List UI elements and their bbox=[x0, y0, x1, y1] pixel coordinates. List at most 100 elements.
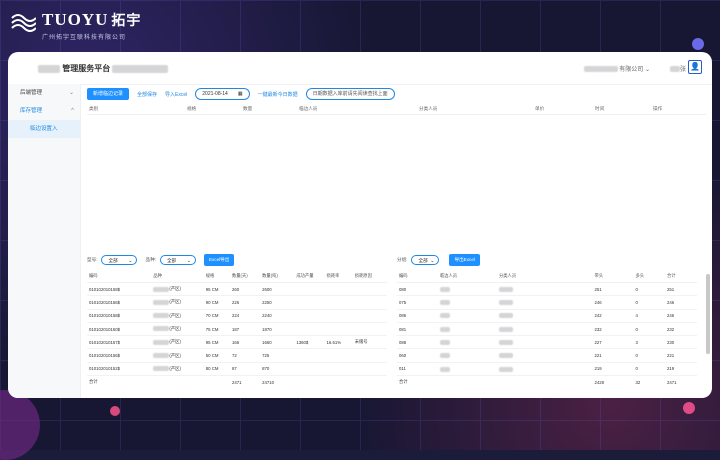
table-row[interactable]: 010102010152$ (产区) 80 CM 87 870 bbox=[87, 362, 387, 377]
table-cell bbox=[437, 309, 497, 323]
table-cell: 010102010156$ bbox=[87, 348, 152, 363]
table-cell: 226 bbox=[229, 295, 261, 310]
scrollbar[interactable] bbox=[706, 274, 710, 354]
user-name[interactable]: 张 bbox=[669, 64, 686, 73]
table-row[interactable]: 060 221 0 221 bbox=[397, 348, 697, 363]
table-row[interactable]: 010102010157$ (产区) 95 CM 166 1660 1360$ 16.61%… bbox=[87, 335, 387, 350]
table-row[interactable]: 086 242 4 246 bbox=[397, 309, 697, 323]
export-excel-button[interactable]: 导出Excel bbox=[449, 254, 480, 266]
decor-dot bbox=[683, 402, 695, 414]
table-cell bbox=[437, 322, 497, 337]
table-cell bbox=[496, 348, 593, 363]
table-cell: 010102010157$ bbox=[87, 335, 152, 350]
latest-data-link[interactable]: 一键最新今日数据 bbox=[258, 91, 298, 98]
column-header: 分类人员 bbox=[419, 106, 438, 111]
table-row[interactable]: 010102010150$ (产区) 75 CM 187 1870 bbox=[87, 322, 387, 337]
chevron-up-icon: ^ bbox=[71, 108, 74, 114]
table-cell: 72 bbox=[229, 348, 261, 363]
redacted-text bbox=[153, 326, 170, 332]
table-cell: 166 bbox=[229, 335, 261, 350]
table-cell: 2471 bbox=[666, 379, 677, 385]
table-row[interactable]: 075 246 0 246 bbox=[397, 295, 697, 310]
table-cell: 2250 bbox=[260, 295, 295, 310]
table-cell: 16.61% bbox=[324, 335, 353, 350]
table-cell: 合计 bbox=[399, 379, 408, 385]
app-window: 管理服务平台 有限公司 ⌄ 张 👤 后端管理 ⌄ 库存管理 ^ 临边设置入 新增临边… bbox=[8, 52, 712, 398]
chevron-down-icon: ⌄ bbox=[128, 258, 133, 264]
table-row[interactable]: 080 251 0 251 bbox=[397, 282, 697, 297]
column-header: 多头 bbox=[633, 270, 665, 283]
table-cell: 725 bbox=[260, 348, 295, 363]
table-cell: 246 bbox=[664, 295, 697, 310]
table-row[interactable]: 081 232 0 232 bbox=[397, 322, 697, 337]
variety-select[interactable]: 全部 ⌄ bbox=[159, 255, 196, 265]
table-cell bbox=[324, 295, 353, 310]
sidebar-group-inventory[interactable]: 库存管理 ^ bbox=[8, 102, 80, 120]
table-cell bbox=[437, 348, 497, 363]
chevron-down-icon: ⌄ bbox=[430, 258, 435, 264]
redacted-text bbox=[498, 286, 513, 292]
table-cell: 2471 bbox=[231, 379, 242, 385]
company-logo: TUOYU 拓宇 广州拓宇互联科技有限公司 bbox=[10, 8, 160, 42]
sidebar-item-edge-entry[interactable]: 临边设置入 bbox=[8, 120, 80, 138]
table-cell: 0 bbox=[633, 282, 665, 297]
user-avatar-icon[interactable]: 👤 bbox=[688, 60, 702, 74]
table-row[interactable]: 011 219 0 219 bbox=[397, 362, 697, 377]
sidebar-group-backend[interactable]: 后端管理 ⌄ bbox=[8, 84, 80, 102]
column-header: 带头 bbox=[592, 270, 634, 283]
model-select[interactable]: 全部 ⌄ bbox=[101, 255, 138, 265]
redacted-text bbox=[153, 352, 170, 358]
table-cell: 219 bbox=[664, 362, 697, 377]
redacted-text bbox=[498, 326, 513, 332]
table-cell bbox=[352, 362, 387, 377]
table-cell bbox=[496, 322, 593, 337]
decor-dot bbox=[110, 406, 120, 416]
total-row: 合计 2471 24710 bbox=[87, 376, 387, 389]
column-header: 规格 bbox=[203, 270, 230, 283]
redacted-text bbox=[153, 299, 170, 305]
company-selector[interactable]: 有限公司 ⌄ bbox=[583, 64, 650, 73]
table-cell: 219 bbox=[592, 362, 634, 377]
redacted-text bbox=[439, 353, 450, 359]
table-row[interactable]: 010102010156$ (产区) 90 CM 226 2250 bbox=[87, 295, 387, 310]
table-cell: (产区) bbox=[151, 362, 204, 377]
table-cell: 221 bbox=[664, 348, 697, 363]
table-cell bbox=[294, 322, 325, 337]
date-picker[interactable]: 2021-08-14 ▦ bbox=[195, 88, 250, 100]
left-data-table: 编码 品种 规格 数量(天) 数量(吨) 成功产量 损耗率 损耗原因 010102010158… bbox=[87, 270, 387, 388]
table-cell: 010102010152$ bbox=[87, 362, 152, 377]
table-row[interactable]: 010102010158$ (产区) 70 CM 224 2240 bbox=[87, 309, 387, 323]
redacted-text bbox=[153, 313, 170, 319]
total-row: 合计 2428 32 2471 bbox=[397, 376, 697, 389]
table-cell bbox=[324, 322, 353, 337]
table-cell: (产区) bbox=[151, 322, 204, 337]
left-filters: 型号: 全部 ⌄ 品种: 全部 ⌄ Excel导出 bbox=[87, 254, 235, 266]
redacted-text bbox=[153, 366, 170, 372]
table-cell: 086 bbox=[397, 309, 438, 323]
excel-export-button[interactable]: Excel导出 bbox=[203, 254, 235, 266]
table-row[interactable]: 010102010158$ (产区) 95 CM 260 2600 bbox=[87, 282, 387, 297]
sidebar: 后端管理 ⌄ 库存管理 ^ 临边设置入 bbox=[8, 84, 81, 398]
save-all-link[interactable]: 全部保存 bbox=[137, 91, 157, 98]
table-cell: 010102010156$ bbox=[87, 295, 152, 310]
new-record-button[interactable]: 新增临边记录 bbox=[87, 88, 130, 100]
toolbar: 新增临边记录 全部保存 导入Excel 2021-08-14 ▦ 一键最新今日数据… bbox=[87, 88, 395, 100]
chevron-down-icon: ⌄ bbox=[186, 258, 191, 264]
group-select[interactable]: 全部 ⌄ bbox=[411, 255, 440, 265]
redacted-text bbox=[153, 339, 170, 345]
table-cell: 0 bbox=[633, 295, 665, 310]
table-row[interactable]: 088 227 3 230 bbox=[397, 335, 697, 350]
import-excel-link[interactable]: 导入Excel bbox=[165, 91, 187, 98]
table-cell: (产区) bbox=[151, 348, 204, 363]
table-cell: 870 bbox=[260, 362, 295, 377]
column-header: 成功产量 bbox=[294, 270, 325, 283]
filter-label: 型号: bbox=[87, 257, 98, 262]
table-cell bbox=[437, 282, 497, 297]
table-cell: 1360$ bbox=[294, 335, 325, 350]
table-cell: 2428 bbox=[594, 379, 605, 385]
table-cell: 75 CM bbox=[203, 322, 230, 337]
table-row[interactable]: 010102010156$ (产区) 50 CM 72 725 bbox=[87, 348, 387, 363]
column-header: 品种 bbox=[151, 270, 204, 283]
table-cell: 合计 bbox=[89, 379, 98, 385]
table-cell: 0 bbox=[633, 348, 665, 363]
